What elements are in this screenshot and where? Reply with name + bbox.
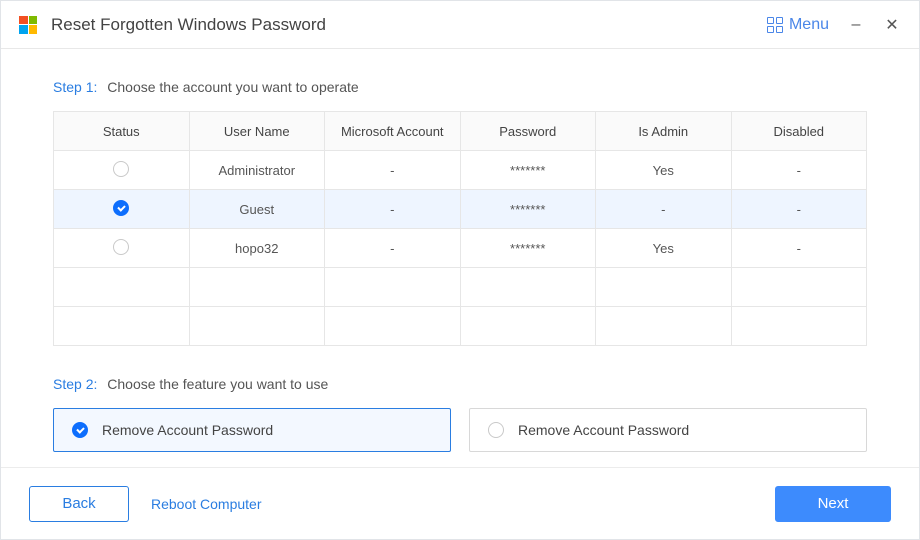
cell-admin: Yes xyxy=(596,229,732,268)
menu-button[interactable]: Menu xyxy=(767,16,829,34)
window-title: Reset Forgotten Windows Password xyxy=(51,15,767,35)
col-disabled: Disabled xyxy=(731,112,867,151)
step1-desc: Choose the account you want to operate xyxy=(107,79,358,95)
feature-options: Remove Account Password Remove Account P… xyxy=(53,408,867,452)
table-row-empty xyxy=(54,268,867,307)
cell-ms: - xyxy=(325,229,461,268)
step1-label: Step 1: xyxy=(53,79,97,95)
step2-desc: Choose the feature you want to use xyxy=(107,376,328,392)
back-button[interactable]: Back xyxy=(29,486,129,522)
menu-grid-icon xyxy=(767,17,783,33)
cell-admin: - xyxy=(596,190,732,229)
col-user: User Name xyxy=(189,112,325,151)
step1-line: Step 1: Choose the account you want to o… xyxy=(53,79,867,95)
cell-admin: Yes xyxy=(596,151,732,190)
cell-pw: ******* xyxy=(460,190,596,229)
row-radio-checked-icon[interactable] xyxy=(113,200,129,216)
table-row[interactable]: hopo32 - ******* Yes - xyxy=(54,229,867,268)
accounts-table: Status User Name Microsoft Account Passw… xyxy=(53,111,867,346)
cell-user: Administrator xyxy=(189,151,325,190)
col-pw: Password xyxy=(460,112,596,151)
close-button[interactable]: ✕ xyxy=(883,15,901,35)
table-row[interactable]: Administrator - ******* Yes - xyxy=(54,151,867,190)
window-controls: Menu – ✕ xyxy=(767,15,901,35)
feature-label: Remove Account Password xyxy=(518,422,689,438)
cell-user: hopo32 xyxy=(189,229,325,268)
content-area: Step 1: Choose the account you want to o… xyxy=(1,49,919,467)
col-admin: Is Admin xyxy=(596,112,732,151)
table-row-empty xyxy=(54,307,867,346)
app-window: Reset Forgotten Windows Password Menu – … xyxy=(0,0,920,540)
step2-section: Step 2: Choose the feature you want to u… xyxy=(53,376,867,452)
feature-radio-checked-icon xyxy=(72,422,88,438)
titlebar: Reset Forgotten Windows Password Menu – … xyxy=(1,1,919,49)
next-button[interactable]: Next xyxy=(775,486,891,522)
cell-disabled: - xyxy=(731,229,867,268)
step2-label: Step 2: xyxy=(53,376,97,392)
cell-user: Guest xyxy=(189,190,325,229)
col-status: Status xyxy=(54,112,190,151)
cell-ms: - xyxy=(325,190,461,229)
col-ms: Microsoft Account xyxy=(325,112,461,151)
cell-pw: ******* xyxy=(460,151,596,190)
feature-label: Remove Account Password xyxy=(102,422,273,438)
feature-remove-password-alt[interactable]: Remove Account Password xyxy=(469,408,867,452)
step2-line: Step 2: Choose the feature you want to u… xyxy=(53,376,867,392)
app-logo-icon xyxy=(19,16,37,34)
feature-radio-icon xyxy=(488,422,504,438)
reboot-link[interactable]: Reboot Computer xyxy=(151,496,262,512)
cell-ms: - xyxy=(325,151,461,190)
cell-disabled: - xyxy=(731,151,867,190)
feature-remove-password[interactable]: Remove Account Password xyxy=(53,408,451,452)
row-radio-icon[interactable] xyxy=(113,239,129,255)
row-radio-icon[interactable] xyxy=(113,161,129,177)
table-header-row: Status User Name Microsoft Account Passw… xyxy=(54,112,867,151)
minimize-button[interactable]: – xyxy=(847,16,865,34)
menu-label: Menu xyxy=(789,16,829,34)
cell-disabled: - xyxy=(731,190,867,229)
footer-bar: Back Reboot Computer Next xyxy=(1,467,919,539)
table-row[interactable]: Guest - ******* - - xyxy=(54,190,867,229)
cell-pw: ******* xyxy=(460,229,596,268)
